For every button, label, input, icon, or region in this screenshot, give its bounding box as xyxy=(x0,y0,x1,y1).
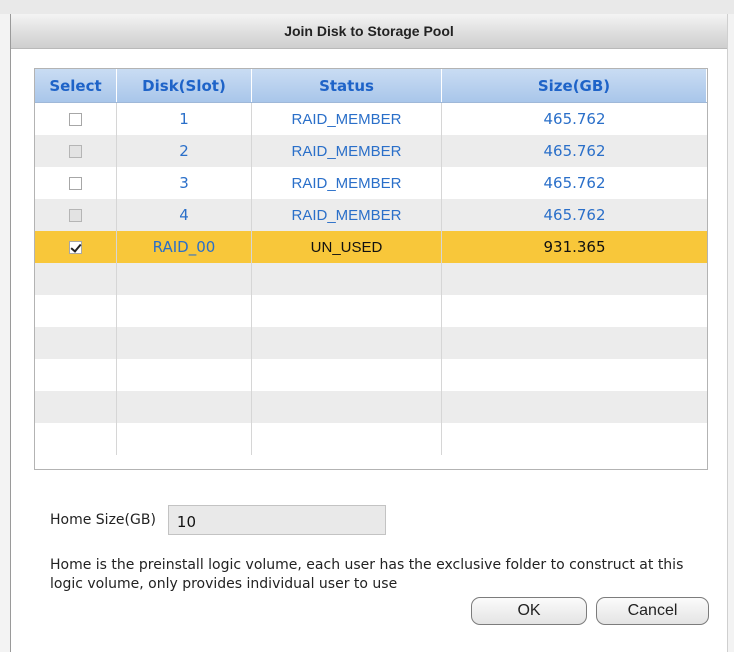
home-description-text: Home is the preinstall logic volume, eac… xyxy=(50,557,684,592)
table-row[interactable]: 4 RAID_MEMBER 465.762 xyxy=(35,199,707,231)
column-header-disk-slot[interactable]: Disk(Slot) xyxy=(117,69,252,102)
home-size-input[interactable] xyxy=(167,505,386,535)
size-cell xyxy=(442,263,707,295)
select-cell xyxy=(35,391,117,423)
select-cell xyxy=(35,103,117,135)
status-cell xyxy=(252,359,442,391)
disk-slot-cell: 1 xyxy=(117,103,252,135)
background-window-strip xyxy=(0,0,734,14)
status-cell: UN_USED xyxy=(252,231,442,263)
row-select-checkbox[interactable] xyxy=(69,240,82,254)
select-cell xyxy=(35,167,117,199)
status-cell xyxy=(252,327,442,359)
size-cell xyxy=(442,391,707,423)
dialog-title-bar[interactable]: Join Disk to Storage Pool xyxy=(11,14,727,49)
empty-table-row xyxy=(35,263,707,295)
disk-table-header: Select Disk(Slot) Status Size(GB) xyxy=(35,69,707,103)
disk-slot-cell: 2 xyxy=(117,135,252,167)
empty-table-row xyxy=(35,359,707,391)
dialog-title: Join Disk to Storage Pool xyxy=(284,23,454,39)
status-cell xyxy=(252,263,442,295)
status-cell: RAID_MEMBER xyxy=(252,103,442,135)
table-row[interactable]: 2 RAID_MEMBER 465.762 xyxy=(35,135,707,167)
disk-slot-cell xyxy=(117,263,252,295)
home-size-row: Home Size(GB) xyxy=(50,505,386,535)
row-select-checkbox[interactable] xyxy=(69,112,82,126)
select-cell xyxy=(35,263,117,295)
disk-slot-cell xyxy=(117,359,252,391)
size-cell: 465.762 xyxy=(543,206,606,224)
status-cell xyxy=(252,391,442,423)
column-header-status[interactable]: Status xyxy=(252,69,442,102)
empty-table-row xyxy=(35,295,707,327)
disk-slot-cell xyxy=(117,391,252,423)
select-cell xyxy=(35,359,117,391)
disk-slot-cell xyxy=(117,327,252,359)
size-cell xyxy=(442,359,707,391)
page: Join Disk to Storage Pool Select Disk(Sl… xyxy=(0,0,734,652)
status-cell: RAID_MEMBER xyxy=(252,167,442,199)
size-cell xyxy=(442,295,707,327)
status-cell: RAID_MEMBER xyxy=(252,135,442,167)
disk-slot-cell: 3 xyxy=(117,167,252,199)
cancel-button[interactable]: Cancel xyxy=(596,597,709,625)
select-cell xyxy=(35,327,117,359)
select-cell xyxy=(35,199,117,231)
size-cell: 931.365 xyxy=(543,238,606,256)
select-cell xyxy=(35,423,117,455)
status-cell: RAID_MEMBER xyxy=(252,199,442,231)
row-select-checkbox[interactable] xyxy=(69,144,82,158)
select-cell xyxy=(35,135,117,167)
table-row[interactable]: 3 RAID_MEMBER 465.762 xyxy=(35,167,707,199)
size-cell: 465.762 xyxy=(543,142,606,160)
select-cell xyxy=(35,295,117,327)
size-cell xyxy=(442,423,707,455)
disk-slot-cell: RAID_00 xyxy=(117,231,252,263)
disk-table-body: 1 RAID_MEMBER 465.762 2 RAID_MEMBER 465.762 3 R… xyxy=(35,103,707,455)
size-cell: 465.762 xyxy=(543,110,606,128)
empty-table-row xyxy=(35,391,707,423)
status-cell xyxy=(252,295,442,327)
column-header-select[interactable]: Select xyxy=(35,69,117,102)
disk-table: Select Disk(Slot) Status Size(GB) 1 RAID_… xyxy=(34,68,708,470)
select-cell xyxy=(35,231,117,263)
disk-slot-cell xyxy=(117,295,252,327)
ok-button[interactable]: OK xyxy=(471,597,587,625)
size-cell xyxy=(442,327,707,359)
column-header-size[interactable]: Size(GB) xyxy=(442,69,707,102)
row-select-checkbox[interactable] xyxy=(69,176,82,190)
disk-slot-cell xyxy=(117,423,252,455)
join-disk-dialog: Join Disk to Storage Pool Select Disk(Sl… xyxy=(10,14,728,652)
status-cell xyxy=(252,423,442,455)
table-row[interactable]: 1 RAID_MEMBER 465.762 xyxy=(35,103,707,135)
empty-table-row xyxy=(35,327,707,359)
home-size-label: Home Size(GB) xyxy=(50,512,156,528)
row-select-checkbox[interactable] xyxy=(69,208,82,222)
disk-slot-cell: 4 xyxy=(117,199,252,231)
table-row[interactable]: RAID_00 UN_USED 931.365 xyxy=(35,231,707,263)
empty-table-row xyxy=(35,423,707,455)
size-cell: 465.762 xyxy=(543,174,606,192)
